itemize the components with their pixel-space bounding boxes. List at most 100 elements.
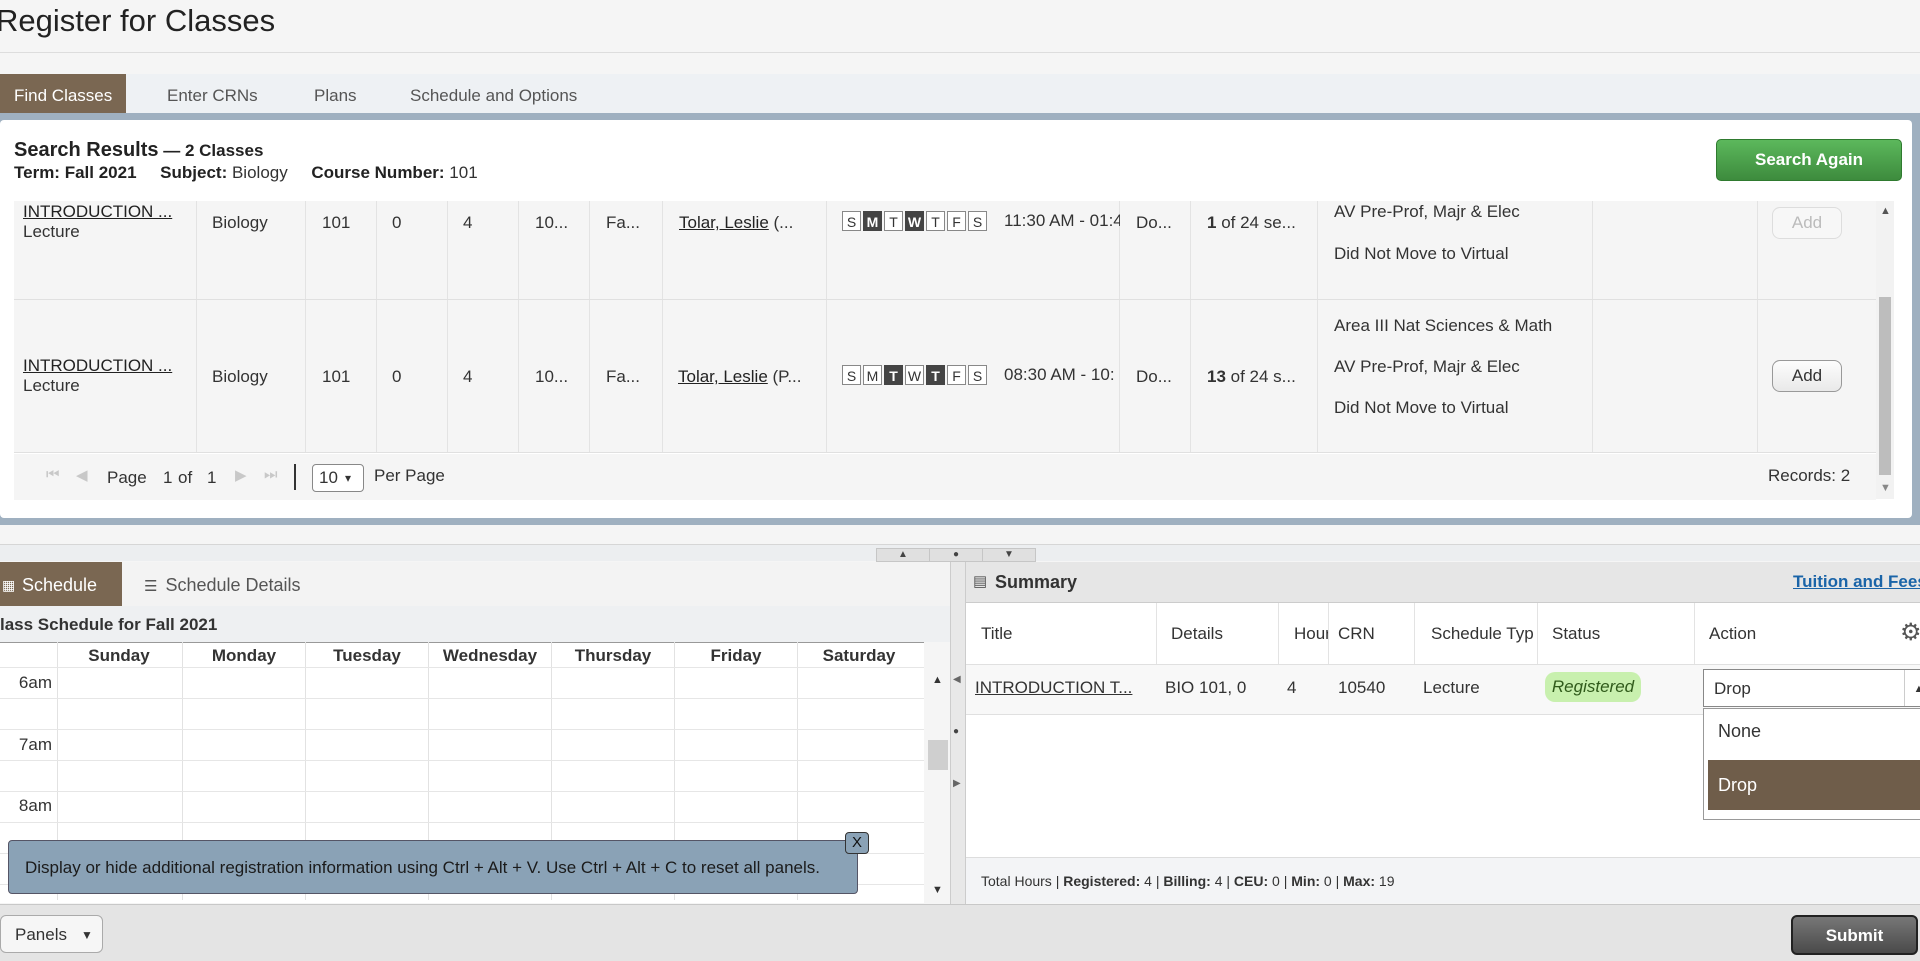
meeting-days: S M T W T F S <box>842 365 989 385</box>
scroll-up-icon[interactable]: ▲ <box>932 674 943 686</box>
scroll-down-icon[interactable]: ▼ <box>1880 482 1891 494</box>
search-again-button[interactable]: Search Again <box>1716 139 1902 181</box>
scroll-up-icon[interactable]: ▲ <box>1880 205 1891 217</box>
close-tip-button[interactable]: X <box>845 832 869 854</box>
column-header-details[interactable]: Details <box>1171 624 1223 644</box>
meeting-time: 11:30 AM - 01:4 <box>1004 211 1120 230</box>
registered-class-link[interactable]: INTRODUCTION T... <box>975 678 1145 698</box>
search-results-title: Search Results — 2 Classes <box>14 139 263 162</box>
tab-plans[interactable]: Plans <box>300 74 371 114</box>
attribute: Did Not Move to Virtual <box>1334 398 1509 417</box>
day-header-tuesday: Tuesday <box>333 646 401 665</box>
action-option-none[interactable]: None <box>1718 721 1761 742</box>
next-page-icon[interactable]: ▶ <box>235 466 247 484</box>
scroll-down-icon[interactable]: ▼ <box>932 884 943 896</box>
action-select[interactable]: Drop ▲ <box>1703 669 1920 707</box>
summary-header <box>966 562 1920 603</box>
class-term: Fa... <box>606 367 641 386</box>
vertical-splitter[interactable]: ◀ ● ▶ <box>950 562 966 904</box>
tuition-and-fees-link[interactable]: Tuition and Fees <box>1793 572 1920 592</box>
column-header-crn[interactable]: CRN <box>1338 624 1375 644</box>
tab-schedule[interactable]: ▦ Schedule <box>0 562 122 606</box>
collapse-down-icon[interactable]: ▼ <box>982 548 1036 562</box>
class-subject: Biology <box>212 213 268 232</box>
gear-icon[interactable]: ⚙ <box>1900 618 1920 647</box>
page-input[interactable]: 1 <box>163 468 172 488</box>
day-wed: W <box>905 365 924 385</box>
add-class-button[interactable]: Add <box>1772 207 1842 239</box>
term-label: Term: <box>14 163 60 182</box>
previous-page-icon[interactable]: ◀ <box>76 466 88 484</box>
min-hours: 0 <box>1320 873 1332 889</box>
title-divider <box>0 52 1920 53</box>
term-value: Fall 2021 <box>64 163 137 182</box>
day-header-wednesday: Wednesday <box>442 646 538 665</box>
panels-button[interactable]: Panels ▼ <box>0 915 103 953</box>
tab-schedule-details[interactable]: ☰ Schedule Details <box>144 562 301 606</box>
instructor-link[interactable]: Tolar, Leslie <box>678 367 768 386</box>
time-label: 8am <box>18 796 52 815</box>
day-header-monday: Monday <box>211 646 277 665</box>
last-page-icon[interactable]: ⏭ <box>264 466 278 483</box>
tab-enter-crns[interactable]: Enter CRNs <box>153 74 272 114</box>
day-fri: F <box>947 365 966 385</box>
class-course: 101 <box>322 213 351 232</box>
meeting-days: S M T W T F S <box>842 211 989 231</box>
instructor-link[interactable]: Tolar, Leslie <box>679 213 769 232</box>
bottom-toolbar <box>0 904 1920 961</box>
per-page-value: 10 <box>319 468 338 487</box>
max-label: Max: <box>1343 873 1376 889</box>
add-class-button[interactable]: Add <box>1772 360 1842 392</box>
first-page-icon[interactable]: ⏮ <box>46 466 60 483</box>
day-sat: S <box>968 365 987 385</box>
instructor: Tolar, Leslie (... <box>679 213 809 233</box>
column-header-schedule-type[interactable]: Schedule Typ <box>1431 624 1537 644</box>
caret-down-icon: ▼ <box>81 928 93 942</box>
class-crn: 10... <box>535 213 569 232</box>
split-center-icon[interactable]: ● <box>953 726 959 737</box>
collapse-up-icon[interactable]: ▲ <box>876 548 930 562</box>
class-section: 0 <box>392 367 402 386</box>
collapse-left-icon[interactable]: ◀ <box>953 674 961 685</box>
per-page-select[interactable]: 10 ▾ <box>312 464 364 492</box>
registered-label: Registered: <box>1063 873 1141 889</box>
day-fri: F <box>947 211 966 231</box>
class-course: 101 <box>322 367 351 386</box>
pagination-bar: ⏮ ◀ Page 1 of 1 ▶ ⏭ 10 ▾ Per Page Record… <box>14 454 1876 500</box>
calendar-scroll-thumb[interactable] <box>928 740 948 770</box>
class-title-link[interactable]: INTRODUCTION ... <box>23 202 183 222</box>
instructor: Tolar, Leslie (P... <box>678 367 810 387</box>
seats-capacity: of 24 s... <box>1225 367 1296 386</box>
day-thu: T <box>926 365 945 385</box>
split-center-icon[interactable]: ● <box>929 548 983 562</box>
collapse-right-icon[interactable]: ▶ <box>953 778 961 789</box>
day-sat: S <box>968 211 987 231</box>
submit-button[interactable]: Submit <box>1791 915 1918 955</box>
registered-schedule-type: Lecture <box>1423 678 1480 697</box>
registration-tabs: Find Classes Enter CRNs Plans Schedule a… <box>0 74 1920 114</box>
tab-find-classes[interactable]: Find Classes <box>0 74 127 114</box>
attribute: AV Pre-Prof, Majr & Elec <box>1334 202 1520 221</box>
chevron-up-icon[interactable]: ▲ <box>1904 670 1920 706</box>
time-label: 7am <box>18 735 52 754</box>
list-icon: ☰ <box>144 578 158 595</box>
column-header-title[interactable]: Title <box>981 624 1013 644</box>
registered-hours-total: 4 <box>1140 873 1152 889</box>
registered-hours: 4 <box>1287 678 1297 697</box>
seats: 1 of 24 se... <box>1207 213 1317 233</box>
results-scroll-thumb[interactable] <box>1879 297 1891 475</box>
column-header-hours[interactable]: Hour <box>1294 624 1328 644</box>
action-option-drop[interactable]: Drop <box>1708 760 1920 810</box>
calendar-scrollbar[interactable] <box>924 666 946 902</box>
class-title-link[interactable]: INTRODUCTION ... <box>23 356 183 376</box>
of-label: of <box>178 468 193 487</box>
search-results-heading: Search Results <box>14 139 159 161</box>
class-crn: 10... <box>535 367 569 386</box>
tab-schedule-details-label: Schedule Details <box>165 575 301 595</box>
tab-schedule-and-options[interactable]: Schedule and Options <box>396 74 591 114</box>
summary-title: Summary <box>995 572 1078 592</box>
day-header-thursday: Thursday <box>574 646 652 665</box>
day-tue: T <box>884 211 903 231</box>
column-header-status[interactable]: Status <box>1552 624 1600 644</box>
column-header-action[interactable]: Action <box>1709 624 1756 644</box>
